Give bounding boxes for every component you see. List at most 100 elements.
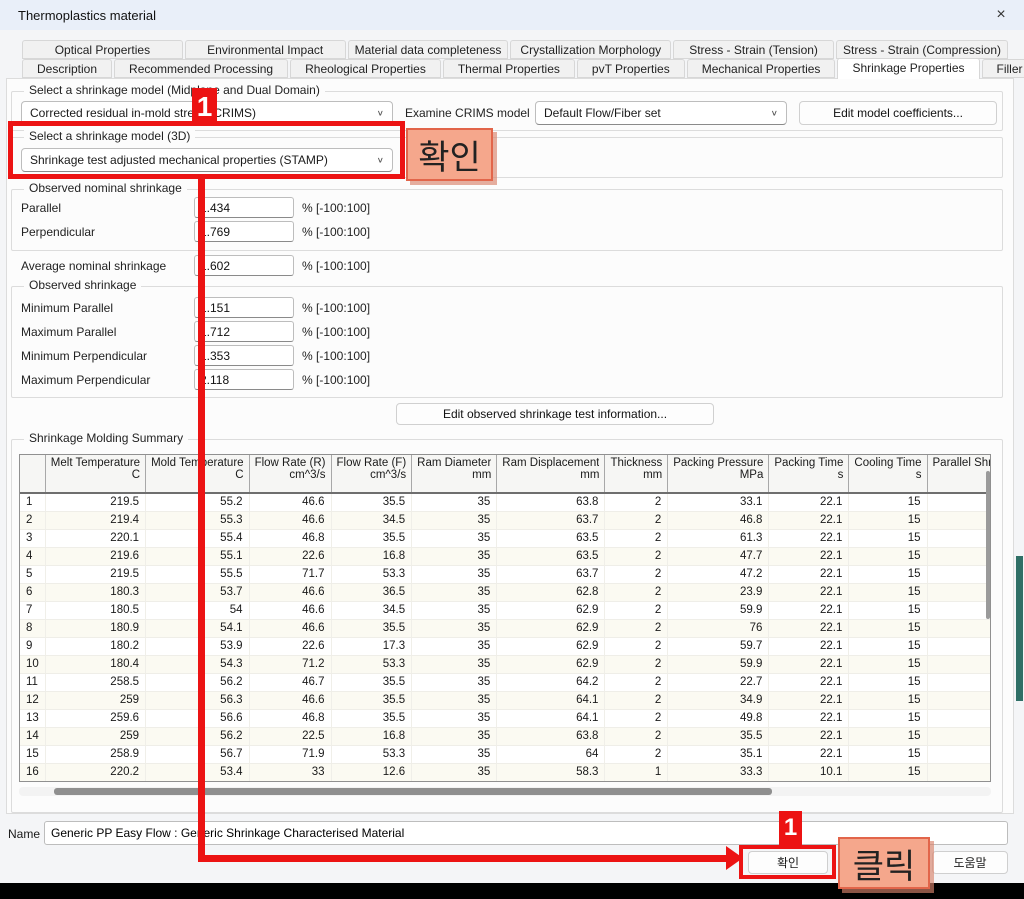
edit-observed-shrinkage-button[interactable]: Edit observed shrinkage test information… bbox=[396, 403, 714, 425]
table-cell: 46.6 bbox=[249, 493, 331, 511]
table-cell: 63.7 bbox=[497, 565, 605, 583]
table-cell: 34.5 bbox=[331, 511, 412, 529]
tab-mechanical-properties[interactable]: Mechanical Properties bbox=[687, 59, 836, 78]
perpendicular-suffix: % [-100:100] bbox=[302, 225, 370, 239]
table-cell: 34.9 bbox=[668, 691, 769, 709]
table-row: 7180.55446.634.53562.9259.922.115 bbox=[20, 601, 991, 619]
tab-stress-strain-tension[interactable]: Stress - Strain (Tension) bbox=[673, 40, 834, 59]
table-cell: 2 bbox=[605, 727, 668, 745]
average-nominal-suffix: % [-100:100] bbox=[302, 259, 370, 273]
title-bar: Thermoplastics material × bbox=[0, 0, 1024, 30]
table-cell: 22.1 bbox=[769, 493, 849, 511]
table-cell: 15 bbox=[849, 673, 927, 691]
close-icon[interactable]: × bbox=[990, 4, 1012, 26]
min-parallel-input[interactable] bbox=[194, 297, 294, 318]
table-cell: 22.6 bbox=[249, 547, 331, 565]
observed-shrinkage-legend: Observed shrinkage bbox=[24, 278, 141, 292]
table-cell: 22.1 bbox=[769, 727, 849, 745]
table-cell: 14 bbox=[20, 727, 45, 745]
table-cell: 15 bbox=[20, 745, 45, 763]
table-cell: 22.1 bbox=[769, 601, 849, 619]
window-title: Thermoplastics material bbox=[18, 8, 156, 23]
tab-filler-fiber[interactable]: Filler / Fiber bbox=[982, 59, 1024, 78]
table-cell: 15 bbox=[849, 493, 927, 511]
table-cell bbox=[927, 529, 991, 547]
table-cell: 259.6 bbox=[45, 709, 145, 727]
parallel-input[interactable] bbox=[194, 197, 294, 218]
table-row: 15258.956.771.953.33564235.122.115 bbox=[20, 745, 991, 763]
table-cell: 2 bbox=[20, 511, 45, 529]
tab-recommended-processing[interactable]: Recommended Processing bbox=[114, 59, 288, 78]
examine-crims-select[interactable]: Default Flow/Fiber set ∨ bbox=[535, 101, 787, 125]
table-cell bbox=[927, 691, 991, 709]
table-cell: 36.5 bbox=[331, 583, 412, 601]
table-cell: 58.3 bbox=[497, 763, 605, 781]
perpendicular-label: Perpendicular bbox=[21, 225, 95, 239]
table-cell: 15 bbox=[849, 529, 927, 547]
max-parallel-input[interactable] bbox=[194, 321, 294, 342]
table-cell: 53.3 bbox=[331, 565, 412, 583]
tab-stress-strain-compression[interactable]: Stress - Strain (Compression) bbox=[836, 40, 1008, 59]
shrinkage-properties-panel: Select a shrinkage model (Midplane and D… bbox=[6, 78, 1014, 814]
table-cell: 23.9 bbox=[668, 583, 769, 601]
table-cell bbox=[927, 565, 991, 583]
table-cell: 22.1 bbox=[769, 691, 849, 709]
table-vertical-scrollbar[interactable] bbox=[986, 471, 990, 619]
table-cell: 15 bbox=[849, 745, 927, 763]
table-cell: 63.7 bbox=[497, 511, 605, 529]
max-perpendicular-suffix: % [-100:100] bbox=[302, 373, 370, 387]
table-cell: 49.8 bbox=[668, 709, 769, 727]
table-cell: 15 bbox=[849, 511, 927, 529]
tab-material-data-completeness[interactable]: Material data completeness bbox=[348, 40, 509, 59]
tab-pvt-properties[interactable]: pvT Properties bbox=[577, 59, 685, 78]
tab-crystallization-morphology[interactable]: Crystallization Morphology bbox=[510, 40, 671, 59]
table-cell: 35.5 bbox=[331, 619, 412, 637]
table-cell: 22.1 bbox=[769, 565, 849, 583]
table-cell: 35 bbox=[412, 583, 497, 601]
help-button[interactable]: 도움말 bbox=[932, 851, 1008, 874]
table-cell: 62.8 bbox=[497, 583, 605, 601]
tab-shrinkage-properties[interactable]: Shrinkage Properties bbox=[837, 58, 979, 79]
table-row: 13259.656.646.835.53564.1249.822.115 bbox=[20, 709, 991, 727]
table-cell: 35 bbox=[412, 727, 497, 745]
table-cell: 258.9 bbox=[45, 745, 145, 763]
table-cell: 15 bbox=[849, 565, 927, 583]
min-perpendicular-input[interactable] bbox=[194, 345, 294, 366]
table-cell: 53.3 bbox=[331, 745, 412, 763]
table-cell: 220.1 bbox=[45, 529, 145, 547]
table-cell: 16.8 bbox=[331, 727, 412, 745]
average-nominal-input[interactable] bbox=[194, 255, 294, 276]
tab-description[interactable]: Description bbox=[22, 59, 112, 78]
tab-optical-properties[interactable]: Optical Properties bbox=[22, 40, 183, 59]
table-horizontal-scrollbar[interactable] bbox=[19, 787, 991, 796]
table-cell: 35 bbox=[412, 673, 497, 691]
average-nominal-label: Average nominal shrinkage bbox=[21, 259, 166, 273]
tab-rheological-properties[interactable]: Rheological Properties bbox=[290, 59, 441, 78]
table-cell: 1 bbox=[605, 763, 668, 781]
table-horizontal-scrollbar-thumb[interactable] bbox=[54, 788, 772, 795]
table-cell: 12 bbox=[20, 691, 45, 709]
table-cell: 15 bbox=[849, 637, 927, 655]
table-cell: 259 bbox=[45, 727, 145, 745]
tab-environmental-impact[interactable]: Environmental Impact bbox=[185, 40, 346, 59]
tab-thermal-properties[interactable]: Thermal Properties bbox=[443, 59, 575, 78]
table-row: 4219.655.122.616.83563.5247.722.115 bbox=[20, 547, 991, 565]
column-header: Flow Rate (R)cm^3/s bbox=[249, 455, 331, 493]
table-cell: 180.3 bbox=[45, 583, 145, 601]
table-cell: 2 bbox=[605, 673, 668, 691]
column-header: Packing Times bbox=[769, 455, 849, 493]
min-parallel-label: Minimum Parallel bbox=[21, 301, 113, 315]
column-header bbox=[20, 455, 45, 493]
edit-model-coefficients-button[interactable]: Edit model coefficients... bbox=[799, 101, 997, 125]
name-label: Name bbox=[8, 827, 40, 841]
table-cell: 59.9 bbox=[668, 655, 769, 673]
table-cell: 76 bbox=[668, 619, 769, 637]
table-cell: 22.5 bbox=[249, 727, 331, 745]
table-cell: 46.8 bbox=[249, 529, 331, 547]
table-cell bbox=[927, 583, 991, 601]
table-cell: 35 bbox=[412, 601, 497, 619]
table-cell: 46.6 bbox=[249, 583, 331, 601]
table-cell: 219.6 bbox=[45, 547, 145, 565]
perpendicular-input[interactable] bbox=[194, 221, 294, 242]
max-perpendicular-input[interactable] bbox=[194, 369, 294, 390]
